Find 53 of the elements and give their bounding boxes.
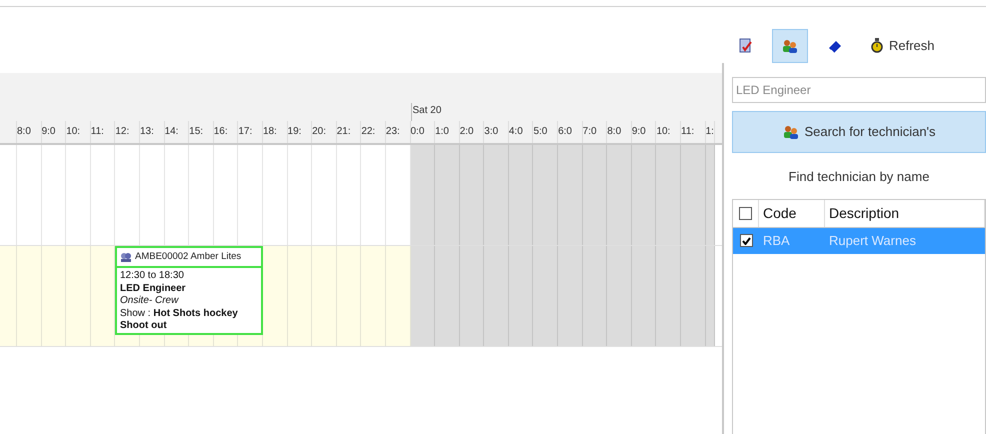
hour-label: 22: bbox=[361, 121, 386, 143]
refresh-button[interactable]: Refresh bbox=[862, 29, 944, 63]
stopwatch-icon bbox=[871, 38, 883, 54]
search-field[interactable]: LED Engineer bbox=[732, 77, 986, 103]
hour-label: 4:0 bbox=[508, 121, 534, 143]
checkbox[interactable] bbox=[740, 234, 752, 247]
booking-title: AMBE00002 Amber Lites bbox=[135, 250, 242, 264]
hour-label: 8:0 bbox=[607, 121, 632, 143]
hour-label: 15: bbox=[189, 121, 214, 143]
people-button[interactable] bbox=[772, 29, 808, 63]
hour-label: 5:0 bbox=[533, 121, 558, 143]
hour-label: 13: bbox=[140, 121, 165, 143]
booking-time: 12:30 to 18:30 bbox=[120, 270, 185, 282]
booking-role: LED Engineer bbox=[120, 282, 187, 295]
hour-label: 11: bbox=[90, 121, 116, 143]
eraser-icon bbox=[827, 39, 843, 53]
booking-crew: Onsite- Crew bbox=[120, 295, 180, 308]
column-header[interactable]: Code bbox=[759, 200, 825, 226]
hour-label: 16: bbox=[214, 121, 238, 143]
report-icon bbox=[739, 38, 753, 54]
people-icon bbox=[120, 252, 132, 262]
hour-label: 20: bbox=[312, 121, 337, 143]
hour-label: 6:0 bbox=[558, 121, 583, 143]
search-button[interactable]: Search for technician's bbox=[732, 111, 986, 153]
hour-label: 12: bbox=[115, 121, 140, 143]
hour-label: 10: bbox=[656, 121, 682, 143]
hour-label: 19: bbox=[288, 121, 312, 143]
day-label: Sat 20 bbox=[410, 103, 715, 121]
hour-label: 0:0 bbox=[410, 121, 436, 143]
hour-label: 7:0 bbox=[582, 121, 608, 143]
table-cell-text: Rupert Warnes bbox=[828, 232, 917, 250]
hour-label: 14: bbox=[164, 121, 190, 143]
hour-label: 1: bbox=[706, 121, 715, 143]
hour-label: 9:0 bbox=[632, 121, 656, 143]
table-cell-text: RBA bbox=[762, 232, 791, 250]
hour-label: 23: bbox=[386, 121, 410, 143]
hour-label: 2:0 bbox=[460, 121, 484, 143]
hour-label: 21: bbox=[336, 121, 362, 143]
booking-card[interactable]: AMBE00002 Amber Lites 12:30 to 18:30 LED Engineer Onsite- Crew Show : Hot Shots hockey Shoot out bbox=[115, 246, 263, 335]
hour-label: 1:0 bbox=[435, 121, 460, 143]
hint-text: Find technician by name bbox=[788, 168, 930, 186]
hour-label: 10: bbox=[66, 121, 91, 143]
people-icon bbox=[782, 124, 800, 140]
people-icon bbox=[781, 38, 799, 54]
hour-label: 9:0 bbox=[42, 121, 66, 143]
column-header[interactable]: Description bbox=[825, 200, 985, 226]
booking-show: Show : Hot Shots hockey Shoot out bbox=[120, 308, 239, 332]
hour-label: 3:0 bbox=[484, 121, 509, 143]
hour-label: 18: bbox=[262, 121, 288, 143]
checkbox[interactable] bbox=[739, 206, 752, 220]
hour-label: 17: bbox=[238, 121, 263, 143]
hour-label: 8:0 bbox=[17, 121, 42, 143]
hour-label: 11: bbox=[681, 121, 706, 143]
